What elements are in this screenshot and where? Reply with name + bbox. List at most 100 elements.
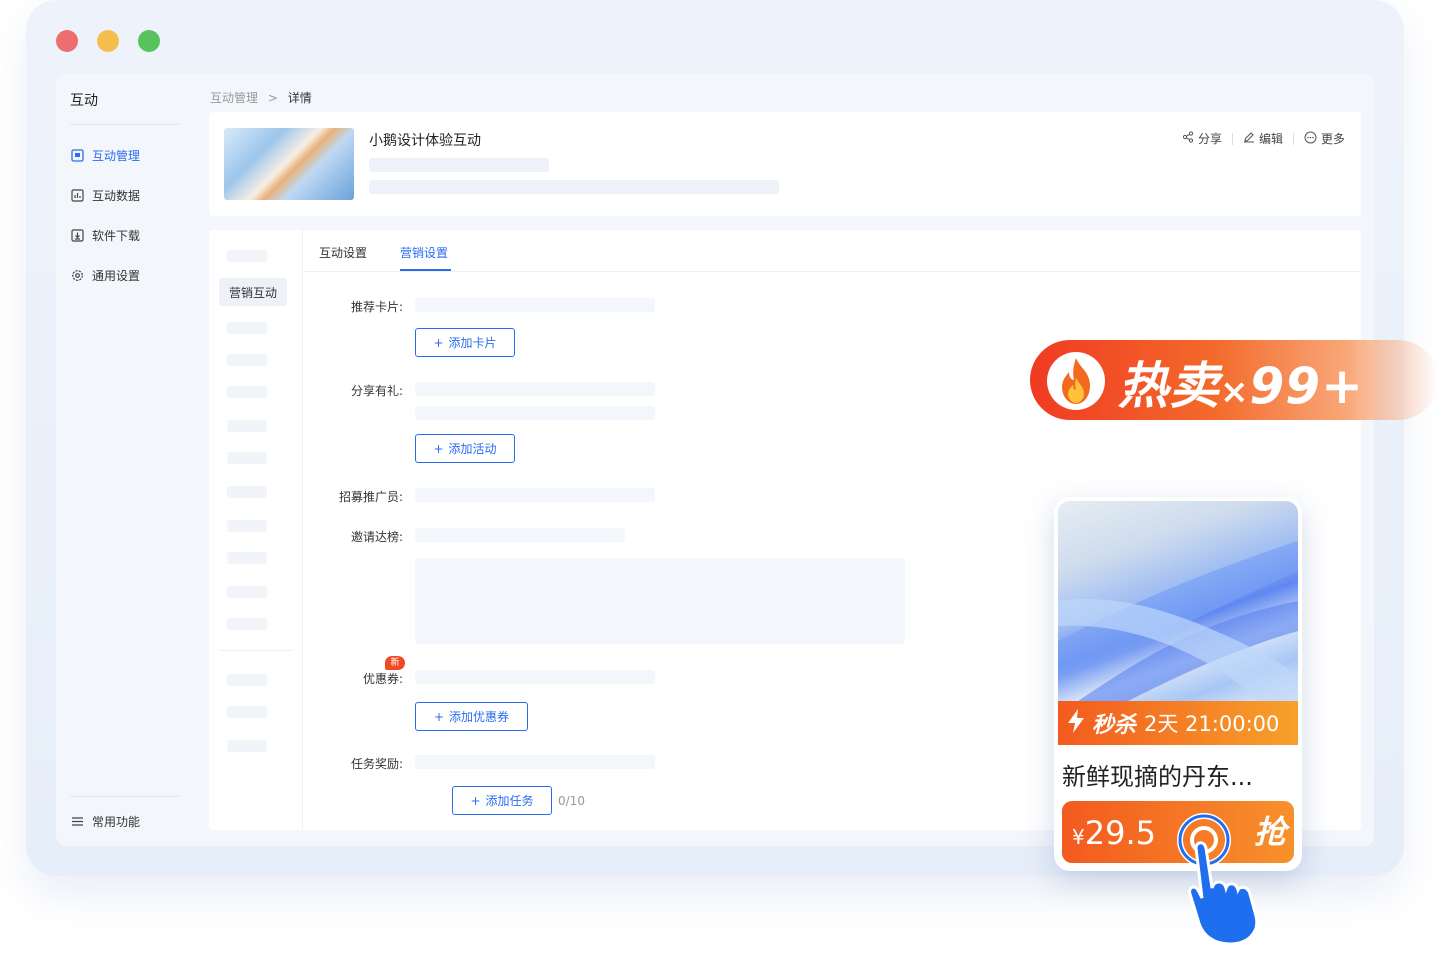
product-name: 新鲜现摘的丹东... (1062, 763, 1253, 791)
add-activity-button[interactable]: + 添加活动 (415, 434, 515, 463)
subnav-placeholder (227, 420, 267, 432)
subnav-placeholder (227, 486, 267, 498)
sidebar-item-label: 互动管理 (92, 149, 141, 163)
add-card-button[interactable]: + 添加卡片 (415, 328, 515, 357)
more-label: 更多 (1320, 132, 1345, 146)
hot-sale-banner: 热卖×99+ (1030, 340, 1438, 420)
subnav-placeholder (227, 740, 267, 752)
divider (1231, 132, 1233, 145)
edit-label: 编辑 (1258, 132, 1283, 146)
plus-icon: + (433, 709, 445, 724)
active-tab-indicator (400, 269, 451, 271)
hot-sale-multiplier: × (1220, 372, 1250, 412)
list-icon (70, 815, 84, 829)
plus-icon: + (433, 335, 444, 350)
breadcrumb: 互动管理 > 详情 (210, 89, 312, 106)
sidebar-divider (70, 124, 180, 125)
countdown-timer: 2天 21:00:00 (1144, 712, 1280, 736)
breadcrumb-current: 详情 (287, 91, 312, 105)
window-maximize-button[interactable] (138, 30, 160, 52)
dashboard-icon (70, 149, 84, 163)
gear-icon (70, 269, 84, 283)
sidebar-item-interaction-data[interactable]: 互动数据 (70, 187, 140, 204)
price-value: 29.5 (1084, 814, 1156, 852)
subnav-placeholder (227, 452, 267, 464)
header-actions: 分享 编辑 更多 (1182, 130, 1345, 147)
coupon-label: 优惠券: (362, 672, 403, 686)
placeholder-line (369, 180, 779, 194)
subnav-item-marketing-interaction[interactable]: 营销互动 (219, 278, 287, 306)
sidebar-item-interaction-management[interactable]: 互动管理 (70, 147, 140, 164)
tab-marketing-settings[interactable]: 营销设置 (400, 244, 448, 261)
subnav-placeholder (227, 552, 267, 564)
subnav-placeholder (227, 586, 267, 598)
sidebar-item-label: 通用设置 (92, 269, 141, 283)
flash-sale-bar: 秒杀 2天 21:00:00 (1058, 701, 1298, 745)
tab-interaction-settings[interactable]: 互动设置 (319, 244, 367, 261)
placeholder-line (415, 528, 625, 542)
breadcrumb-parent[interactable]: 互动管理 (210, 91, 258, 105)
pointing-hand-icon (1174, 808, 1284, 952)
more-icon (1304, 131, 1317, 147)
subnav-divider (219, 650, 293, 651)
lightning-icon (1068, 709, 1084, 737)
placeholder-block (415, 558, 905, 644)
placeholder-line (415, 755, 655, 769)
add-coupon-label: 添加优惠券 (449, 710, 510, 724)
sidebar-item-software-download[interactable]: 软件下载 (70, 227, 140, 244)
window-close-button[interactable] (56, 30, 78, 52)
sub-navigation: 营销互动 (209, 230, 303, 830)
flash-sale-label: 秒杀 (1092, 713, 1137, 738)
data-chart-icon (70, 189, 84, 203)
placeholder-line (415, 298, 655, 312)
sidebar-item-general-settings[interactable]: 通用设置 (70, 267, 140, 284)
sidebar-item-label: 常用功能 (92, 815, 141, 829)
sidebar-item-label: 软件下载 (92, 229, 141, 243)
task-counter: 0/10 (558, 794, 585, 808)
more-button[interactable]: 更多 (1304, 130, 1345, 147)
subnav-placeholder (227, 354, 267, 366)
plus-icon: + (433, 441, 444, 456)
share-gift-label: 分享有礼: (350, 384, 403, 398)
share-icon (1182, 131, 1194, 146)
placeholder-line (415, 488, 655, 502)
recommend-card-label: 推荐卡片: (350, 300, 403, 314)
add-coupon-button[interactable]: + 添加优惠券 (415, 702, 528, 731)
add-task-label: 添加任务 (485, 794, 534, 808)
placeholder-line (415, 382, 655, 396)
cover-thumbnail (224, 128, 354, 200)
placeholder-line (415, 406, 655, 420)
edit-icon (1243, 131, 1255, 146)
tab-bar: 互动设置 营销设置 (304, 230, 1361, 272)
download-icon (70, 229, 84, 243)
sidebar-item-common-functions[interactable]: 常用功能 (70, 813, 140, 830)
subnav-placeholder (227, 520, 267, 532)
invite-rank-label: 邀请达榜: (350, 530, 403, 544)
sidebar-divider (70, 796, 180, 797)
sidebar: 互动 互动管理 互动数据 软件下载 通用设置 常用功能 (56, 74, 206, 846)
divider (1292, 132, 1294, 145)
price: ¥29.5 (1072, 814, 1156, 852)
task-reward-label: 任务奖励: (350, 757, 403, 771)
edit-button[interactable]: 编辑 (1243, 130, 1283, 147)
share-button[interactable]: 分享 (1182, 130, 1222, 147)
detail-header-card: 小鹅设计体验互动 分享 编辑 更多 (209, 112, 1361, 216)
placeholder-line (369, 158, 549, 172)
add-card-label: 添加卡片 (448, 336, 497, 350)
page-title: 小鹅设计体验互动 (369, 133, 481, 149)
product-image (1058, 501, 1298, 701)
subnav-placeholder (227, 618, 267, 630)
subnav-placeholder (227, 674, 267, 686)
window-minimize-button[interactable] (97, 30, 119, 52)
subnav-placeholder (227, 250, 267, 262)
hot-sale-count: 99+ (1249, 357, 1364, 415)
new-badge: 新 (385, 656, 405, 670)
hot-sale-text: 热卖×99+ (1118, 346, 1364, 418)
subnav-placeholder (227, 706, 267, 718)
sidebar-item-label: 互动数据 (92, 189, 141, 203)
subnav-placeholder (227, 386, 267, 398)
add-activity-label: 添加活动 (448, 442, 497, 456)
recruit-promoter-label: 招募推广员: (338, 490, 403, 504)
add-task-button[interactable]: + 添加任务 (452, 786, 552, 815)
hot-sale-label: 热卖 (1118, 357, 1220, 415)
